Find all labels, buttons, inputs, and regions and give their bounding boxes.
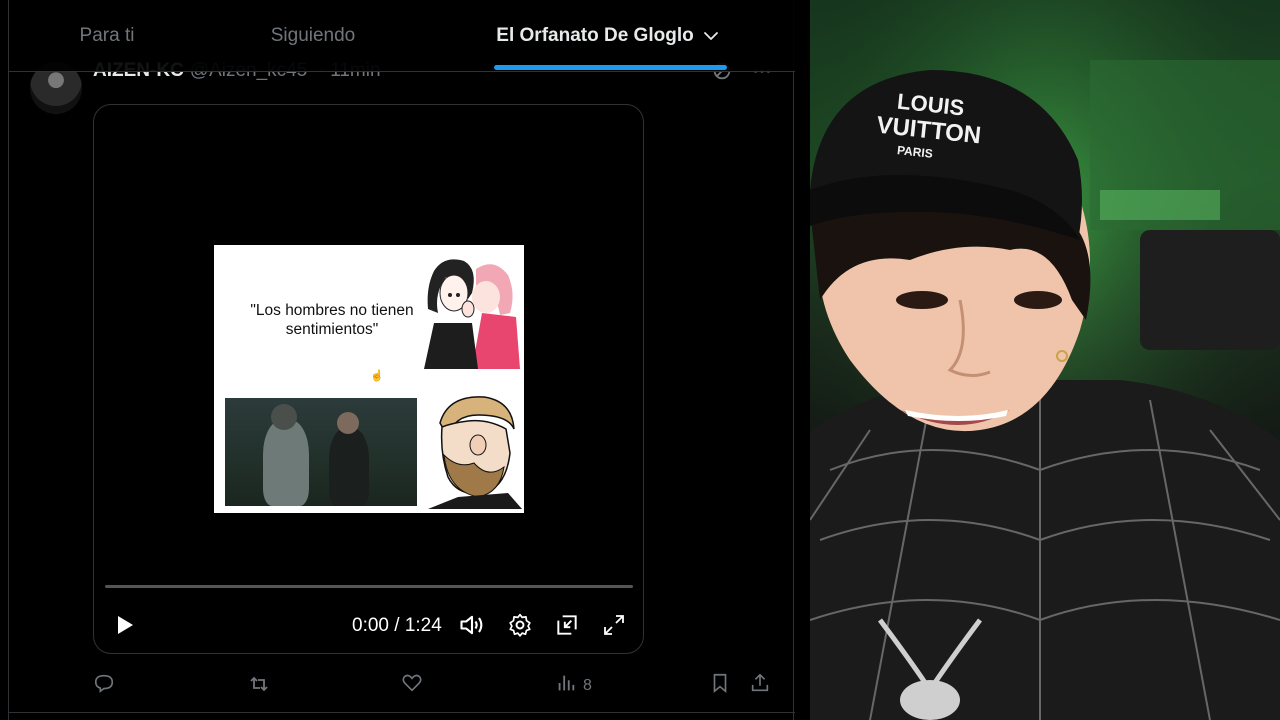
share-icon <box>749 672 771 699</box>
tab-label: Siguiendo <box>270 25 356 46</box>
settings-button[interactable] <box>504 611 536 643</box>
fullscreen-button[interactable] <box>598 611 630 643</box>
reply-icon <box>93 672 115 699</box>
play-icon <box>112 613 136 642</box>
chevron-down-icon[interactable] <box>702 27 720 45</box>
volume-icon <box>458 611 486 644</box>
whispering-girls-illustration <box>424 259 520 369</box>
tab-label: El Orfanato De Gloglo <box>496 25 694 46</box>
views-icon <box>555 672 577 699</box>
tab-label: Para ti <box>79 25 135 46</box>
video-frame-meme: "Los hombres no tienen sentimientos" ☝ <box>214 245 524 513</box>
chad-illustration <box>428 396 522 509</box>
retweet-icon <box>247 672 271 701</box>
movie-still <box>225 398 417 506</box>
video-player[interactable]: "Los hombres no tienen sentimientos" ☝ 0… <box>93 104 644 654</box>
retweet-button[interactable] <box>247 672 271 701</box>
views-count: 8 <box>583 676 592 694</box>
tab-para-ti[interactable]: Para ti <box>9 0 205 72</box>
cursor-icon: ☝ <box>370 370 384 382</box>
volume-button[interactable] <box>456 611 488 643</box>
video-controls: 0:00 / 1:24 <box>94 605 643 649</box>
pip-button[interactable] <box>551 611 583 643</box>
views-button[interactable]: 8 <box>555 672 592 699</box>
share-button[interactable] <box>749 672 771 699</box>
video-time: 0:00 / 1:24 <box>352 615 442 636</box>
fullscreen-icon <box>602 613 626 642</box>
divider <box>9 712 795 713</box>
tab-siguiendo[interactable]: Siguiendo <box>205 0 421 72</box>
video-progress-bar[interactable] <box>105 585 633 588</box>
settings-icon <box>507 612 533 643</box>
reply-button[interactable] <box>93 672 115 699</box>
webcam-overlay: LOUIS VUITTON PARIS <box>810 0 1280 720</box>
active-tab-indicator <box>494 65 727 70</box>
streamer-webcam-image: LOUIS VUITTON PARIS <box>810 0 1280 720</box>
tab-el-orfanato[interactable]: El Orfanato De Gloglo <box>421 0 795 72</box>
tweet-actions: 8 <box>9 664 795 704</box>
feed-panel: AIZEN-KC@Aizen_kc45 · 11min Para ti Sigu… <box>0 0 810 720</box>
like-icon <box>401 672 423 699</box>
bookmark-button[interactable] <box>709 672 731 699</box>
like-button[interactable] <box>401 672 423 699</box>
play-button[interactable] <box>108 611 140 643</box>
meme-caption: "Los hombres no tienen sentimientos" <box>250 302 414 338</box>
pip-icon <box>554 612 580 643</box>
bookmark-icon <box>709 672 731 699</box>
timeline-column: AIZEN-KC@Aizen_kc45 · 11min Para ti Sigu… <box>8 0 795 720</box>
timeline-tabs: Para ti Siguiendo El Orfanato De Gloglo <box>9 0 795 72</box>
